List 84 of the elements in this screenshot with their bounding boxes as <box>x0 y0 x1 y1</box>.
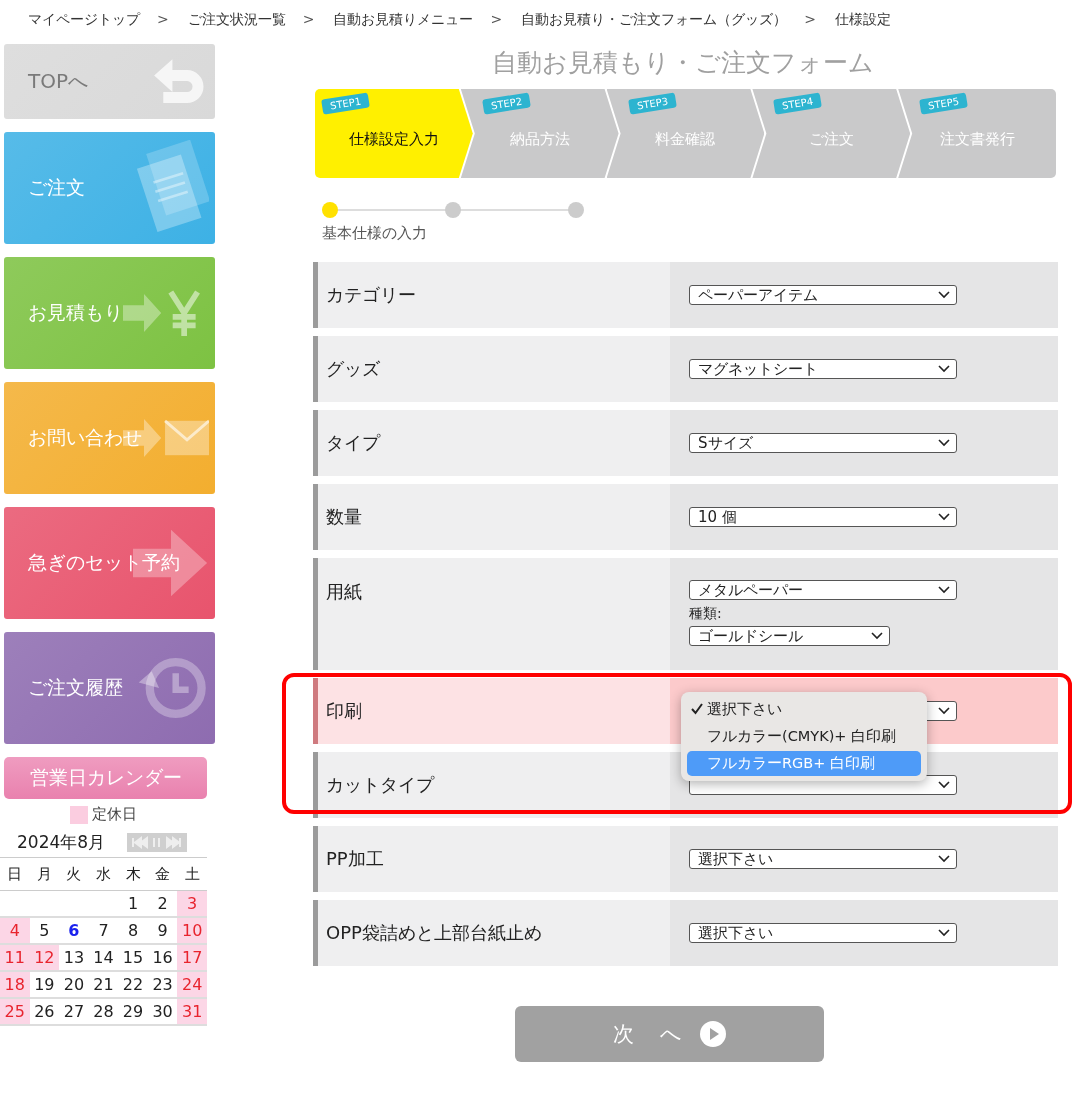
field-label: PP加工 <box>318 826 670 892</box>
calendar-day: 13 <box>59 944 89 971</box>
field-label: 数量 <box>318 484 670 550</box>
calendar-day: 24 <box>177 971 207 998</box>
calendar-day: 8 <box>118 917 148 944</box>
calendar-day: 31 <box>177 998 207 1025</box>
step-tag: STEP5 <box>919 92 969 115</box>
calendar-month: 2024年8月 <box>17 830 106 854</box>
calendar-day: 27 <box>59 998 89 1025</box>
calendar-day: 11 <box>0 944 30 971</box>
field-label: カテゴリー <box>318 262 670 328</box>
dropdown-option[interactable]: フルカラー(CMYK)+ 白印刷 <box>687 724 921 749</box>
breadcrumb-link[interactable]: ご注文状況一覧 <box>187 11 286 35</box>
page-title: 自動お見積もり・ご注文フォーム <box>491 47 875 79</box>
field-label: 印刷 <box>318 678 670 744</box>
field-label: タイプ <box>318 410 670 476</box>
chevron-icon <box>938 586 950 594</box>
current-page-label: 仕様設定 <box>834 11 891 29</box>
calendar-day: 20 <box>59 971 89 998</box>
chevron-icon <box>938 929 950 937</box>
calendar-day: 14 <box>88 944 119 971</box>
field-label: グッズ <box>318 336 670 402</box>
weekday-label: 月 <box>29 857 60 891</box>
play-icon <box>700 1021 727 1047</box>
breadcrumb-link[interactable]: 自動お見積り・ご注文フォーム（グッズ） <box>521 11 788 35</box>
chevron-icon <box>938 781 950 789</box>
select-field[interactable]: ペーパーアイテム <box>689 285 957 305</box>
calendar-day: 17 <box>177 944 207 971</box>
calendar-day: 29 <box>118 998 148 1025</box>
weekday-label: 日 <box>0 857 30 891</box>
chevron-icon <box>938 855 950 863</box>
calendar-day: 19 <box>29 971 60 998</box>
calendar-day: 15 <box>118 944 148 971</box>
calendar-day: 4 <box>0 917 30 944</box>
calendar-day: 7 <box>88 917 119 944</box>
breadcrumb-separator: > <box>804 11 816 29</box>
chevron-icon <box>938 365 950 373</box>
calendar-day: 3 <box>177 890 207 917</box>
step-tag: STEP4 <box>773 92 823 115</box>
step-tab[interactable]: STEP1 仕様設定入力 <box>315 89 473 178</box>
calendar-day: 6 <box>59 917 89 944</box>
select-field[interactable]: マグネットシート <box>689 359 957 379</box>
select-field[interactable]: メタルペーパー <box>689 580 957 600</box>
legend-label: 定休日 <box>92 805 137 824</box>
breadcrumb-separator: > <box>302 11 315 29</box>
field-label: OPP袋詰めと上部台紙止め <box>318 900 670 966</box>
weekday-label: 火 <box>59 857 89 891</box>
calendar-day: 28 <box>88 998 119 1025</box>
sidebar-button[interactable]: ご注文履歴 <box>4 632 215 744</box>
weekday-label: 木 <box>118 857 148 891</box>
legend-swatch <box>70 805 88 824</box>
breadcrumb-link[interactable]: マイページトップ <box>28 11 140 35</box>
chevron-icon <box>938 439 950 447</box>
select-field[interactable]: 選択下さい <box>689 923 957 943</box>
calendar-day: 18 <box>0 971 30 998</box>
breadcrumb-link[interactable]: 自動お見積りメニュー <box>333 11 474 35</box>
breadcrumb-separator: > <box>490 11 503 29</box>
step-tag: STEP3 <box>627 92 677 115</box>
weekday-label: 金 <box>147 857 178 891</box>
calendar-day: 25 <box>0 998 30 1025</box>
progress-label: 基本仕様の入力 <box>322 224 428 243</box>
dropdown-option[interactable]: 選択下さい <box>687 697 921 722</box>
field-label: カットタイプ <box>318 752 670 818</box>
weekday-label: 水 <box>88 857 119 891</box>
step-tag: STEP2 <box>481 92 531 115</box>
step-tag: STEP1 <box>321 92 371 115</box>
calendar-day: 10 <box>177 917 207 944</box>
calendar-day: 21 <box>88 971 119 998</box>
field-sublabel: 種類: <box>689 605 723 623</box>
calendar-day: 1 <box>118 890 148 917</box>
weekday-label: 土 <box>177 857 207 891</box>
select-field[interactable]: ゴールドシール <box>689 626 890 646</box>
chevron-icon <box>871 632 883 640</box>
select-field[interactable]: 10 個 <box>689 507 957 527</box>
breadcrumb-separator: > <box>157 11 169 29</box>
select-field[interactable]: 選択下さい <box>689 849 957 869</box>
chevron-icon <box>938 707 950 715</box>
calendar-day: 22 <box>118 971 148 998</box>
field-label: 用紙 <box>318 558 670 670</box>
chevron-icon <box>938 291 950 299</box>
calendar-header: 営業日カレンダー <box>4 757 207 799</box>
chevron-icon <box>938 513 950 521</box>
select-field[interactable]: Sサイズ <box>689 433 957 453</box>
calendar-day: 26 <box>29 998 60 1025</box>
